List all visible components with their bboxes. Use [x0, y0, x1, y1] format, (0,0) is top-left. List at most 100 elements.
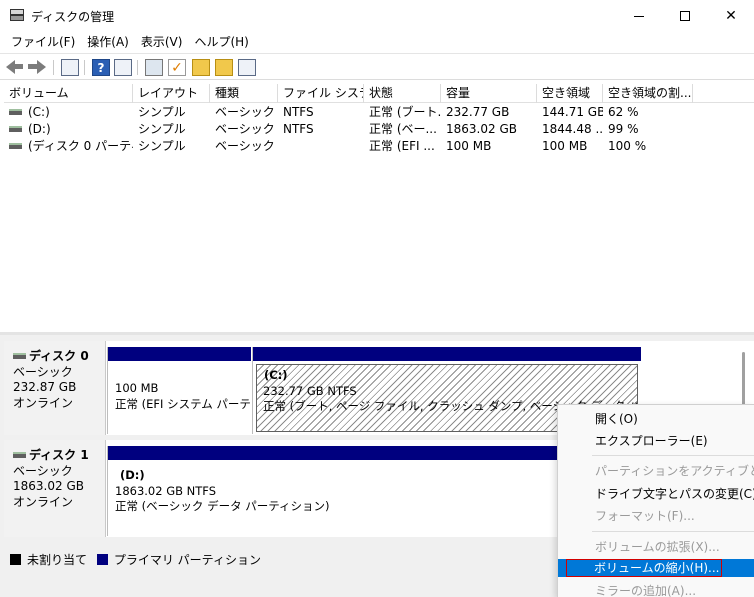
partition-size: 232.77 GB NTFS: [263, 383, 357, 398]
free-space-cell: 100 MB: [542, 139, 588, 153]
capacity-cell: 232.77 GB: [446, 105, 510, 119]
filesystem-cell: NTFS: [283, 105, 314, 119]
menu-action[interactable]: 操作(A): [81, 32, 135, 52]
disk-1-size: 1863.02 GB: [13, 479, 84, 493]
filesystem-cell: [278, 138, 364, 155]
menu-add-mirror[interactable]: ミラーの追加(A)...: [558, 580, 754, 597]
console-tree-icon[interactable]: [61, 59, 79, 76]
status-cell: 正常 (ブート...: [369, 105, 441, 119]
type-cell: ベーシック: [215, 105, 275, 119]
maximize-button[interactable]: [662, 0, 708, 32]
menu-mark-active[interactable]: パーティションをアクティブとしてマーク: [558, 460, 754, 482]
drive-icon: [9, 142, 22, 149]
menu-extend-volume[interactable]: ボリュームの拡張(X)...: [558, 536, 754, 558]
column-volume[interactable]: ボリューム: [4, 84, 133, 103]
column-type[interactable]: 種類: [210, 84, 278, 103]
menu-file[interactable]: ファイル(F): [5, 32, 81, 52]
partition-size: 100 MB: [115, 381, 159, 395]
drive-icon: [9, 125, 22, 132]
legend-primary: プライマリ パーティション: [113, 553, 261, 567]
column-free-space[interactable]: 空き領域: [537, 84, 603, 103]
type-cell: ベーシック: [215, 139, 275, 153]
disk-0-type: ベーシック: [13, 364, 73, 379]
volume-list-header: ボリューム レイアウト 種類 ファイル システム 状態 容量 空き領域 空き領域…: [4, 84, 754, 103]
free-space-cell: 1844.48 ...: [542, 122, 603, 136]
close-icon: ✕: [725, 8, 737, 24]
back-arrow-icon[interactable]: [6, 59, 24, 76]
capacity-cell: 100 MB: [446, 139, 492, 153]
legend: 未割り当て プライマリ パーティション: [4, 550, 564, 570]
volume-row[interactable]: (D:) シンプル ベーシック NTFS 正常 (ベー... 1863.02 G…: [4, 121, 754, 138]
minimize-icon: [634, 15, 644, 17]
volume-list: ボリューム レイアウト 種類 ファイル システム 状態 容量 空き領域 空き領域…: [4, 84, 754, 330]
menu-explorer[interactable]: エクスプローラー(E): [558, 430, 754, 452]
filesystem-cell: NTFS: [283, 122, 314, 136]
volume-name-cell: (C:): [4, 104, 133, 121]
layout-cell: シンプル: [138, 122, 186, 136]
primary-partition-bar: [253, 347, 641, 361]
properties-icon[interactable]: [114, 59, 132, 76]
maximize-icon: [680, 11, 690, 21]
free-percent-cell: 100 %: [608, 139, 647, 153]
toolbar-separator: [53, 60, 54, 75]
highlight-frame: [566, 559, 722, 577]
menu-view[interactable]: 表示(V): [135, 32, 189, 52]
layout-cell: シンプル: [138, 139, 186, 153]
partition-status: 正常 (EFI システム パーティション): [115, 396, 250, 411]
volume-name-cell: (D:): [4, 121, 133, 138]
type-cell: ベーシック: [215, 122, 275, 136]
primary-swatch: [96, 554, 108, 565]
disk-1-name: ディスク 1: [29, 448, 89, 462]
settings-list-icon[interactable]: [238, 59, 256, 76]
volume-name: (ディスク 0 パーティシ...: [28, 139, 133, 153]
menu-separator: [592, 455, 754, 456]
disk-management-icon: [10, 9, 24, 21]
unallocated-swatch: [10, 554, 21, 565]
forward-arrow-icon[interactable]: [28, 59, 46, 76]
efi-partition[interactable]: 100 MB 正常 (EFI システム パーティション): [107, 347, 251, 434]
folder-search-icon[interactable]: [215, 59, 233, 76]
connect-drive-icon[interactable]: [145, 59, 163, 76]
volume-row[interactable]: (ディスク 0 パーティシ... シンプル ベーシック 正常 (EFI ... …: [4, 138, 754, 155]
title-bar: ディスクの管理 ✕: [0, 0, 754, 32]
column-capacity[interactable]: 容量: [441, 84, 537, 103]
close-button[interactable]: ✕: [708, 0, 754, 32]
disk-1-label[interactable]: ディスク 1 ベーシック 1863.02 GB オンライン: [4, 440, 106, 537]
free-percent-cell: 62 %: [608, 105, 639, 119]
disk-icon: [13, 352, 26, 359]
help-icon[interactable]: ?: [92, 59, 110, 76]
disk-1-type: ベーシック: [13, 463, 73, 478]
disk-1-status: オンライン: [13, 494, 74, 509]
disk-0-status: オンライン: [13, 395, 74, 410]
status-cell: 正常 (EFI ...: [369, 139, 435, 153]
toolbar-separator: [137, 60, 138, 75]
column-layout[interactable]: レイアウト: [133, 84, 210, 103]
menu-bar: ファイル(F) 操作(A) 表示(V) ヘルプ(H): [0, 32, 754, 52]
minimize-button[interactable]: [616, 0, 662, 32]
checkmark-icon[interactable]: ✓: [168, 59, 186, 76]
disk-0-size: 232.87 GB: [13, 380, 77, 394]
volume-name-cell: (ディスク 0 パーティシ...: [4, 138, 133, 155]
folder-up-icon[interactable]: [192, 59, 210, 76]
partition-name: (C:): [264, 368, 288, 382]
disk-icon: [13, 451, 26, 458]
volume-row[interactable]: (C:) シンプル ベーシック NTFS 正常 (ブート... 232.77 G…: [4, 104, 754, 121]
primary-partition-bar: [108, 347, 251, 361]
disk-0-label[interactable]: ディスク 0 ベーシック 232.87 GB オンライン: [4, 341, 106, 435]
menu-format[interactable]: フォーマット(F)...: [558, 505, 754, 527]
efi-partition-info: 100 MB 正常 (EFI システム パーティション): [109, 362, 250, 434]
menu-open[interactable]: 開く(O): [558, 408, 754, 430]
column-status[interactable]: 状態: [364, 84, 441, 103]
menu-help[interactable]: ヘルプ(H): [188, 32, 254, 52]
layout-cell: シンプル: [138, 105, 186, 119]
free-space-cell: 144.71 GB: [542, 105, 603, 119]
column-free-percent[interactable]: 空き領域の割...: [603, 84, 693, 103]
toolbar: ? ✓: [0, 53, 754, 80]
column-filesystem[interactable]: ファイル システム: [278, 84, 364, 103]
menu-change-drive-letter[interactable]: ドライブ文字とパスの変更(C)...: [558, 483, 754, 505]
disk-0-title: ディスク 0: [13, 349, 105, 365]
graphical-view-scrollbar[interactable]: [742, 352, 745, 412]
toolbar-separator: [84, 60, 85, 75]
free-percent-cell: 99 %: [608, 122, 639, 136]
disk-1-title: ディスク 1: [13, 448, 105, 464]
